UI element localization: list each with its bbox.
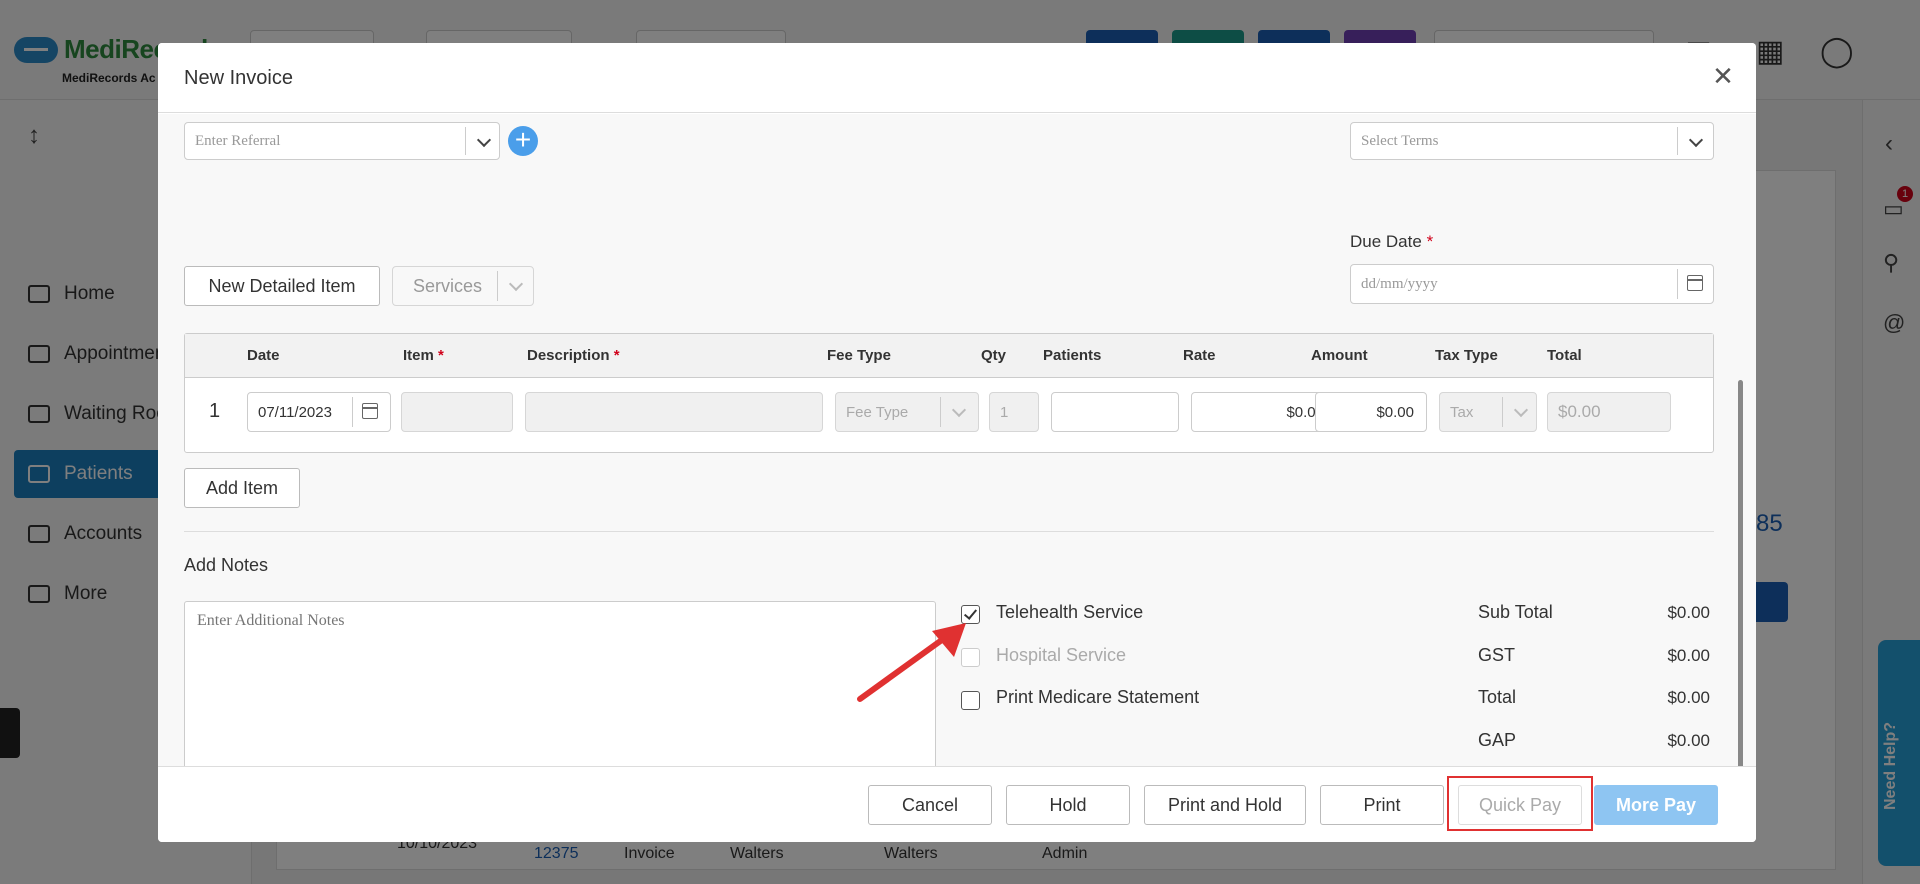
more-pay-button[interactable]: More Pay — [1594, 785, 1718, 825]
row-date-value: 07/11/2023 — [258, 403, 332, 421]
telehealth-label[interactable]: Telehealth Service — [996, 602, 1143, 623]
header-qty: Qty — [981, 347, 1007, 364]
header-date: Date — [247, 347, 280, 364]
chevron-down-icon[interactable] — [1504, 393, 1538, 431]
modal-title: New Invoice — [184, 67, 293, 89]
referral-select[interactable]: Enter Referral — [184, 122, 500, 160]
add-referral-icon[interactable]: + — [508, 126, 538, 156]
due-date-separator — [1677, 269, 1678, 299]
calendar-icon[interactable] — [362, 403, 378, 419]
chevron-down-icon[interactable] — [1679, 123, 1713, 161]
header-description: Description * — [527, 347, 620, 364]
row-date-separator — [352, 397, 353, 427]
referral-placeholder: Enter Referral — [195, 132, 281, 149]
chevron-down-icon[interactable] — [467, 123, 501, 161]
fee-type-placeholder: Fee Type — [846, 403, 909, 421]
table-header: Date Item * Description * Fee Type Qty P… — [185, 334, 1713, 378]
fee-type-separator — [940, 397, 941, 427]
row-patients-input[interactable] — [1051, 392, 1179, 432]
invoice-items-table: Date Item * Description * Fee Type Qty P… — [184, 333, 1714, 453]
hospital-checkbox — [961, 648, 980, 667]
terms-separator — [1677, 127, 1678, 155]
header-item-text: Item — [403, 347, 434, 364]
referral-separator — [465, 127, 466, 155]
telehealth-checkbox[interactable] — [961, 605, 980, 624]
row-total-input: $0.00 — [1547, 392, 1671, 432]
new-detailed-item-button[interactable]: New Detailed Item — [184, 266, 380, 306]
services-select[interactable]: Services — [392, 266, 534, 306]
subtotal-label: Sub Total — [1478, 602, 1553, 622]
chevron-down-icon[interactable] — [942, 393, 976, 431]
row-index: 1 — [209, 400, 221, 422]
section-divider — [184, 531, 1714, 532]
total-label: Total — [1478, 687, 1517, 707]
header-item: Item * — [403, 347, 444, 364]
row-fee-type-select[interactable]: Fee Type — [835, 392, 979, 432]
modal-scrollbar[interactable] — [1738, 380, 1743, 766]
print-button[interactable]: Print — [1320, 785, 1444, 825]
services-label: Services — [413, 275, 483, 296]
medicare-statement-checkbox[interactable] — [961, 691, 980, 710]
header-fee-type: Fee Type — [827, 347, 891, 364]
new-invoice-modal: New Invoice ✕ Enter Referral + Select Te… — [158, 43, 1756, 842]
required-marker: * — [438, 347, 444, 364]
required-marker: * — [613, 347, 620, 364]
gst-label: GST — [1478, 645, 1516, 665]
header-tax-type: Tax Type — [1435, 347, 1498, 364]
cancel-button[interactable]: Cancel — [868, 785, 992, 825]
print-and-hold-button[interactable]: Print and Hold — [1144, 785, 1306, 825]
tax-separator — [1502, 397, 1503, 427]
due-date-label-text: Due Date — [1350, 232, 1422, 251]
hold-button[interactable]: Hold — [1006, 785, 1130, 825]
quick-pay-button[interactable]: Quick Pay — [1458, 785, 1582, 825]
header-amount: Amount — [1311, 347, 1368, 364]
due-date-input[interactable]: dd/mm/yyyy — [1350, 264, 1714, 304]
header-total: Total — [1547, 347, 1582, 364]
modal-header: New Invoice ✕ — [158, 43, 1756, 113]
due-date-placeholder: dd/mm/yyyy — [1361, 275, 1438, 292]
hospital-label: Hospital Service — [996, 645, 1127, 665]
row-date-input[interactable]: 07/11/2023 — [247, 392, 391, 432]
header-patients: Patients — [1043, 347, 1102, 364]
row-description-input[interactable] — [525, 392, 823, 432]
row-tax-select[interactable]: Tax — [1439, 392, 1537, 432]
required-marker: * — [1426, 232, 1434, 251]
header-rate: Rate — [1183, 347, 1216, 364]
row-total-value: $0.00 — [1558, 402, 1601, 421]
medicare-statement-label[interactable]: Print Medicare Statement — [996, 687, 1199, 708]
gap-value: $0.00 — [1667, 731, 1710, 750]
tax-placeholder: Tax — [1450, 403, 1474, 421]
row-qty-value: 1 — [1000, 403, 1009, 421]
row-item-input[interactable] — [401, 392, 513, 432]
add-item-button[interactable]: Add Item — [184, 468, 300, 508]
row-qty-input[interactable]: 1 — [989, 392, 1039, 432]
subtotal-value: $0.00 — [1667, 603, 1710, 622]
add-notes-label: Add Notes — [184, 555, 269, 575]
total-value: $0.00 — [1667, 688, 1710, 707]
services-separator — [497, 271, 498, 301]
modal-body: Enter Referral + Select Terms Due Date *… — [158, 114, 1756, 766]
header-description-text: Description — [527, 347, 610, 364]
gst-value: $0.00 — [1667, 646, 1710, 665]
due-date-label: Due Date * — [1350, 232, 1433, 252]
terms-select[interactable]: Select Terms — [1350, 122, 1714, 160]
modal-footer: Cancel Hold Print and Hold Print Quick P… — [158, 766, 1756, 842]
terms-placeholder: Select Terms — [1361, 132, 1439, 149]
chevron-down-icon[interactable] — [499, 267, 533, 305]
row-amount-input[interactable]: $0.00 — [1315, 392, 1427, 432]
gap-label: GAP — [1478, 730, 1517, 750]
additional-notes-textarea[interactable] — [184, 601, 936, 766]
calendar-icon[interactable] — [1687, 275, 1703, 291]
close-icon[interactable]: ✕ — [1708, 61, 1738, 91]
row-amount-value: $0.00 — [1376, 403, 1414, 421]
